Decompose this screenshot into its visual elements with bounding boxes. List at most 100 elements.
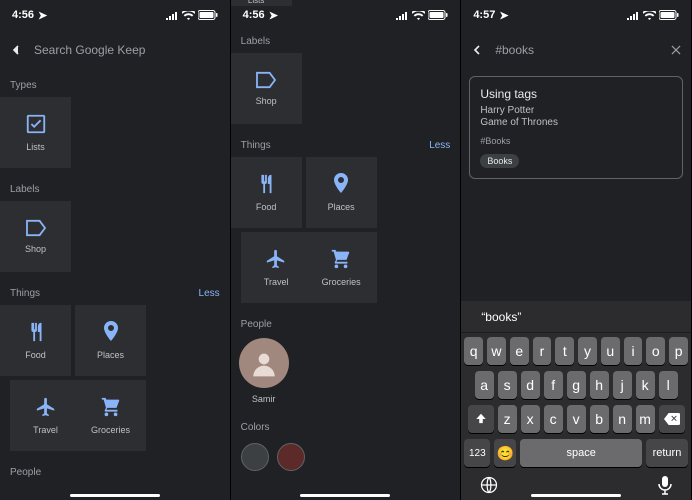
label-tile-shop[interactable]: Shop <box>0 201 71 272</box>
note-card[interactable]: Using tags Harry Potter Game of Thrones … <box>469 76 683 179</box>
thing-tile-travel[interactable]: Travel <box>10 380 81 451</box>
key-k[interactable]: k <box>636 371 655 399</box>
status-bar: 4:57➤ <box>461 0 691 30</box>
section-title: Things <box>241 140 271 151</box>
key-q[interactable]: q <box>464 337 483 365</box>
home-indicator[interactable] <box>70 494 160 497</box>
key-u[interactable]: u <box>601 337 620 365</box>
section-title: Labels <box>241 36 270 47</box>
thing-tile-places[interactable]: Places <box>306 157 377 228</box>
home-indicator[interactable] <box>300 494 390 497</box>
labels-section: Labels Shop <box>231 26 461 130</box>
avatar <box>239 338 289 388</box>
key-r[interactable]: r <box>533 337 552 365</box>
key-t[interactable]: t <box>555 337 574 365</box>
tile-label: Food <box>256 202 277 212</box>
key-c[interactable]: c <box>544 405 563 433</box>
color-swatch[interactable] <box>241 443 269 471</box>
label-icon <box>25 219 47 237</box>
section-title: Things <box>10 288 40 299</box>
mic-icon[interactable] <box>657 475 673 495</box>
key-b[interactable]: b <box>590 405 609 433</box>
backspace-key[interactable] <box>659 405 685 433</box>
search-bar[interactable]: #books <box>461 30 691 70</box>
status-bar: 4:56➤ <box>0 0 230 30</box>
key-w[interactable]: w <box>487 337 506 365</box>
types-section: Types Lists <box>0 70 230 174</box>
key-d[interactable]: d <box>521 371 540 399</box>
keyboard-suggestion[interactable]: “books” <box>461 301 691 333</box>
key-l[interactable]: l <box>659 371 678 399</box>
labels-section: Labels Shop <box>0 174 230 278</box>
key-a[interactable]: a <box>475 371 494 399</box>
screen-search-results: 4:57➤ #books Using tags Harry Potter Gam… <box>461 0 692 500</box>
places-icon <box>332 173 350 195</box>
key-e[interactable]: e <box>510 337 529 365</box>
tile-label: Lists <box>26 142 45 152</box>
space-key[interactable]: space <box>520 439 642 467</box>
groceries-icon <box>100 396 122 418</box>
numbers-key[interactable]: 123 <box>464 439 490 467</box>
key-y[interactable]: y <box>578 337 597 365</box>
key-m[interactable]: m <box>636 405 655 433</box>
person-samir[interactable]: Samir <box>239 338 289 404</box>
type-tile-lists[interactable]: Lists <box>0 97 71 168</box>
status-time: 4:56 <box>12 9 34 21</box>
note-line: Harry Potter <box>480 105 672 116</box>
location-icon: ➤ <box>269 9 278 22</box>
note-label-chip: Books <box>480 154 519 168</box>
home-indicator[interactable] <box>531 494 621 497</box>
screen-search-scrolled: Lists 4:56➤ Labels Shop ThingsLess Food <box>231 0 462 500</box>
shift-key[interactable] <box>468 405 494 433</box>
tile-label: Shop <box>256 96 277 106</box>
thing-tile-groceries[interactable]: Groceries <box>306 232 377 303</box>
key-n[interactable]: n <box>613 405 632 433</box>
kb-row-1: qwertyuiop <box>464 337 688 365</box>
key-f[interactable]: f <box>544 371 563 399</box>
label-tile-shop[interactable]: Shop <box>231 53 302 124</box>
color-swatch[interactable] <box>277 443 305 471</box>
key-g[interactable]: g <box>567 371 586 399</box>
status-icons <box>626 10 679 20</box>
things-section: Things Less Food Places Travel Groceries <box>0 278 230 457</box>
key-i[interactable]: i <box>624 337 643 365</box>
section-title: People <box>241 319 272 330</box>
key-j[interactable]: j <box>613 371 632 399</box>
travel-icon <box>35 396 57 418</box>
key-z[interactable]: z <box>498 405 517 433</box>
label-icon <box>255 71 277 89</box>
tile-label: Groceries <box>322 277 361 287</box>
colors-section: Colors <box>231 412 461 481</box>
back-icon[interactable] <box>469 42 485 58</box>
status-time: 4:56 <box>243 9 265 21</box>
emoji-key[interactable]: 😊 <box>494 439 516 467</box>
thing-tile-places[interactable]: Places <box>75 305 146 376</box>
food-icon <box>25 321 47 343</box>
search-bar[interactable]: Search Google Keep <box>0 30 230 70</box>
thing-tile-travel[interactable]: Travel <box>241 232 312 303</box>
groceries-icon <box>330 248 352 270</box>
return-key[interactable]: return <box>646 439 688 467</box>
key-s[interactable]: s <box>498 371 517 399</box>
close-icon[interactable] <box>669 43 683 57</box>
note-tag-text: #Books <box>480 136 510 146</box>
less-link[interactable]: Less <box>429 140 450 151</box>
note-title: Using tags <box>480 87 672 101</box>
less-link[interactable]: Less <box>199 288 220 299</box>
globe-icon[interactable] <box>479 475 499 495</box>
note-line: Game of Thrones <box>480 117 672 128</box>
checkbox-icon <box>25 113 47 135</box>
back-icon[interactable] <box>8 42 24 58</box>
people-section: People Samir <box>231 309 461 412</box>
key-v[interactable]: v <box>567 405 586 433</box>
thing-tile-food[interactable]: Food <box>0 305 71 376</box>
search-placeholder: Search Google Keep <box>34 43 145 57</box>
kb-row-2: asdfghjkl <box>464 371 688 399</box>
thing-tile-groceries[interactable]: Groceries <box>75 380 146 451</box>
key-o[interactable]: o <box>646 337 665 365</box>
thing-tile-food[interactable]: Food <box>231 157 302 228</box>
people-section: People <box>0 457 230 486</box>
key-x[interactable]: x <box>521 405 540 433</box>
key-h[interactable]: h <box>590 371 609 399</box>
key-p[interactable]: p <box>669 337 688 365</box>
